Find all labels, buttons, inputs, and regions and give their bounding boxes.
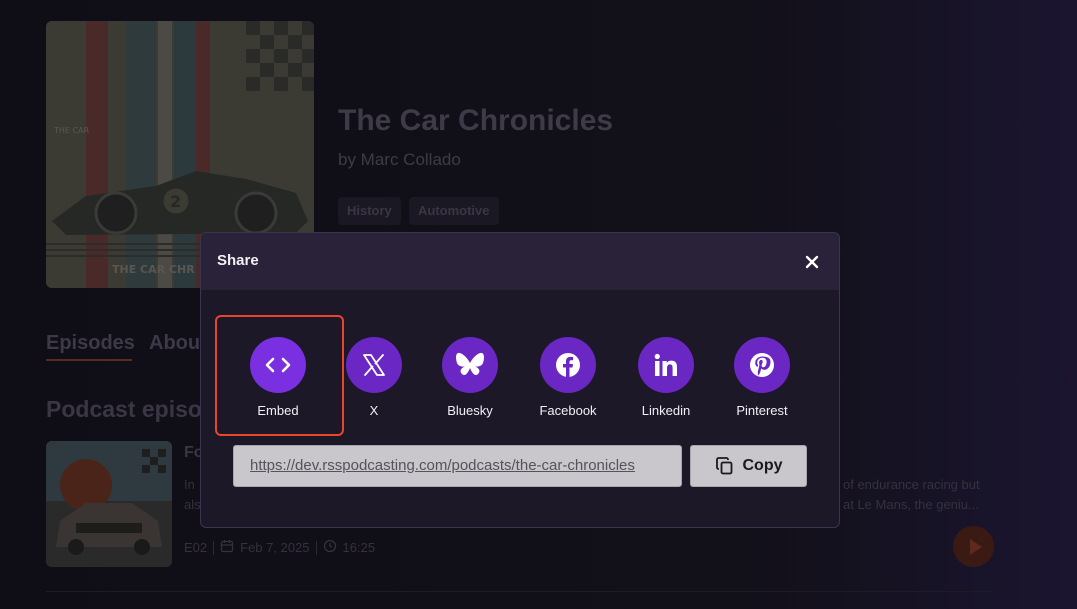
pinterest-icon-circle xyxy=(734,337,790,393)
facebook-logo-icon xyxy=(556,353,580,378)
episode-number: E02 xyxy=(184,540,208,555)
tag-automotive[interactable]: Automotive xyxy=(409,197,499,225)
share-facebook-button[interactable]: Facebook xyxy=(520,337,616,418)
modal-header: Share xyxy=(201,233,839,290)
episode-date: Feb 7, 2025 xyxy=(240,540,310,555)
share-embed-button[interactable]: Embed xyxy=(230,337,326,418)
podcast-title: The Car Chronicles xyxy=(338,104,614,137)
linkedin-icon-circle xyxy=(638,337,694,393)
episode-duration: 16:25 xyxy=(342,540,376,555)
cover-text-top: THE CAR xyxy=(53,126,90,135)
cover-number: 2 xyxy=(170,192,181,211)
share-facebook-label: Facebook xyxy=(539,403,597,418)
share-bluesky-button[interactable]: Bluesky xyxy=(422,337,518,418)
episode-thumbnail[interactable] xyxy=(46,441,172,567)
share-modal: Share Embed X Bluesky Facebook Linkedin … xyxy=(200,232,840,528)
section-title: Podcast episo xyxy=(46,396,202,422)
episode-description-line2-left: als xyxy=(184,497,201,512)
share-linkedin-label: Linkedin xyxy=(641,403,691,418)
share-bluesky-label: Bluesky xyxy=(447,403,493,418)
meta-separator xyxy=(315,540,317,555)
cover-text-bottom: THE CAR CHR xyxy=(112,263,195,276)
close-button[interactable] xyxy=(801,251,823,273)
share-pinterest-button[interactable]: Pinterest xyxy=(714,337,810,418)
share-url-field[interactable]: https://dev.rsspodcasting.com/podcasts/t… xyxy=(233,445,682,487)
copy-button[interactable]: Copy xyxy=(690,445,807,487)
bluesky-butterfly-icon xyxy=(456,352,484,376)
embed-code-icon xyxy=(265,357,291,373)
calendar-icon xyxy=(220,539,234,556)
podcast-author: by Marc Collado xyxy=(338,150,461,169)
modal-title: Share xyxy=(217,252,259,269)
meta-separator xyxy=(213,540,215,555)
embed-icon-circle xyxy=(250,337,306,393)
tag-history[interactable]: History xyxy=(338,197,401,225)
episode-description-line1-left: In xyxy=(184,477,195,492)
clock-icon xyxy=(323,539,337,556)
copy-button-label: Copy xyxy=(742,457,783,474)
share-linkedin-button[interactable]: Linkedin xyxy=(618,337,714,418)
share-embed-label: Embed xyxy=(257,403,299,418)
share-x-label: X xyxy=(369,403,379,418)
copy-icon xyxy=(715,457,732,475)
tab-episodes-underline xyxy=(46,359,132,361)
close-icon xyxy=(805,255,819,269)
x-logo-icon xyxy=(363,354,385,376)
bluesky-icon-circle xyxy=(442,337,498,393)
episode-description-line1-right: of endurance racing but xyxy=(843,477,980,492)
play-button[interactable] xyxy=(953,526,994,567)
facebook-icon-circle xyxy=(540,337,596,393)
divider xyxy=(46,591,993,592)
share-x-button[interactable]: X xyxy=(326,337,422,418)
share-pinterest-label: Pinterest xyxy=(736,403,788,418)
x-icon-circle xyxy=(346,337,402,393)
episode-description-line2-right: at Le Mans, the geniu... xyxy=(843,497,979,512)
episode-meta: E02 Feb 7, 2025 16:25 xyxy=(184,539,375,556)
linkedin-logo-icon xyxy=(654,353,677,376)
tab-episodes[interactable]: Episodes xyxy=(46,332,135,355)
pinterest-logo-icon xyxy=(750,353,774,377)
tab-about[interactable]: About xyxy=(149,332,207,355)
